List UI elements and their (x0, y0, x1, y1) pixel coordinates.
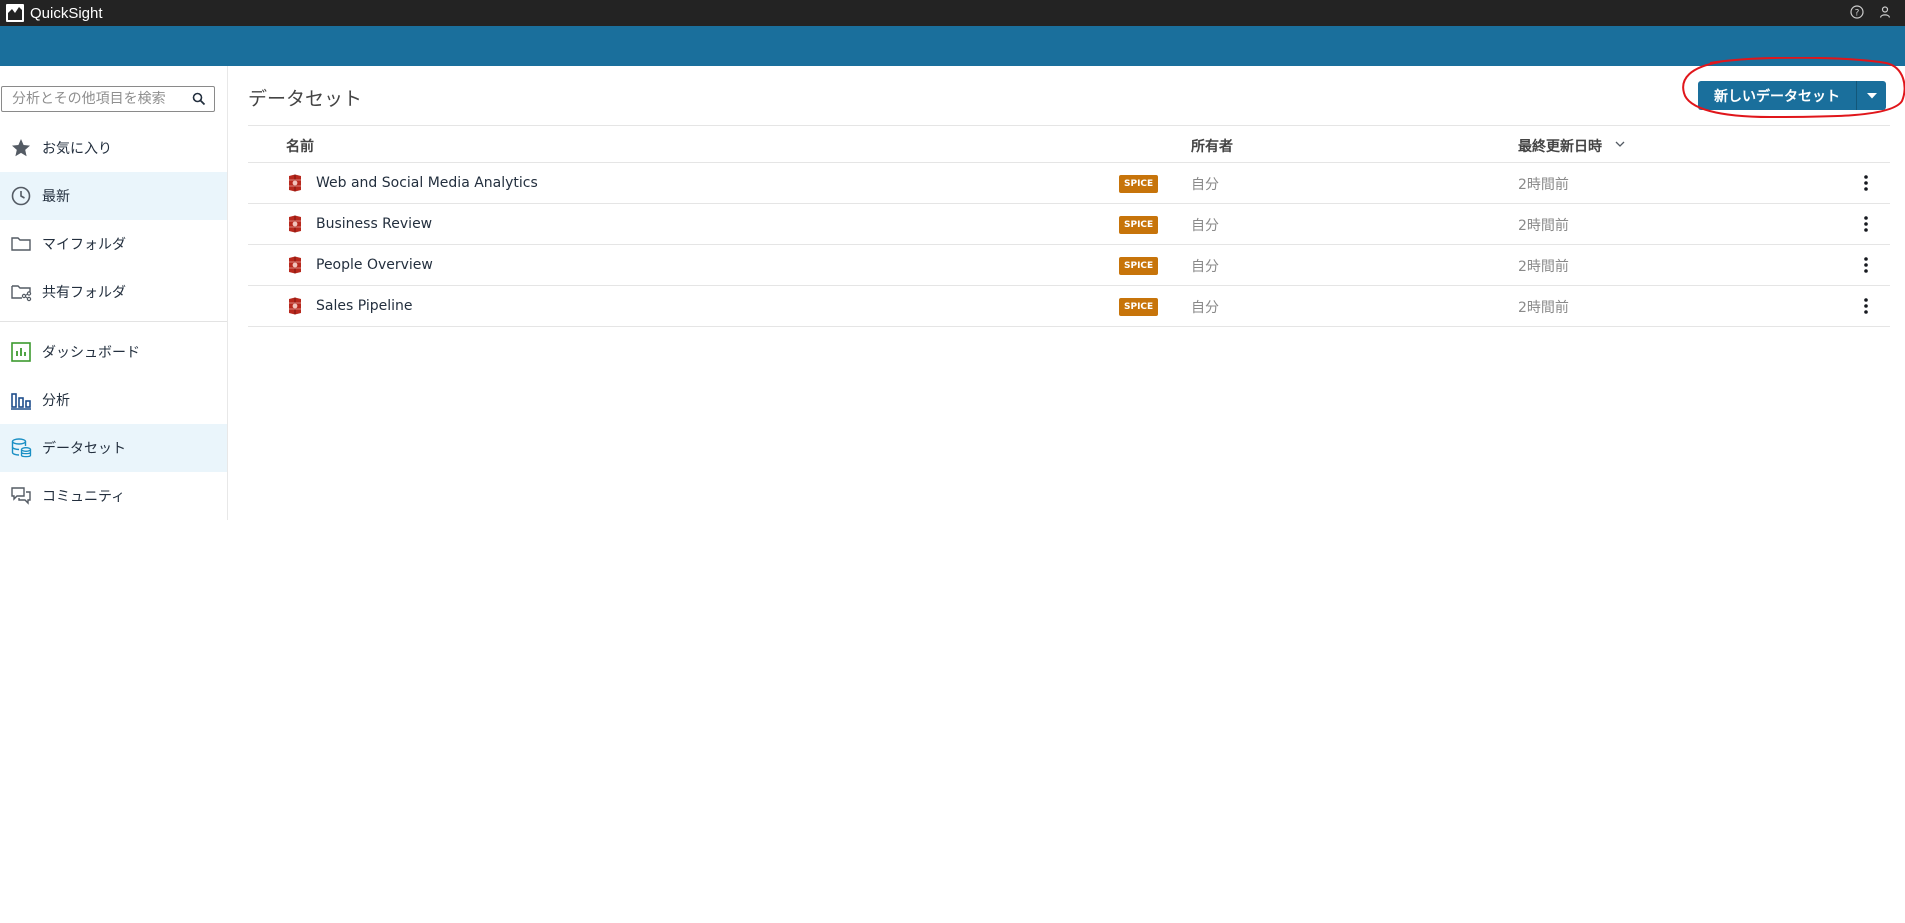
app-logo[interactable]: QuickSight (6, 4, 103, 22)
community-icon (10, 485, 32, 507)
new-dataset-dropdown-button[interactable] (1857, 81, 1886, 110)
dashboard-icon (10, 341, 32, 363)
more-options-button[interactable] (1856, 213, 1876, 235)
caret-down-icon (1866, 92, 1877, 98)
updated-cell: 2時間前 (1518, 300, 1569, 316)
table-header: 名前 所有者 最終更新日時 (248, 125, 1890, 163)
help-icon[interactable]: ? (1849, 4, 1865, 20)
spice-dataset-icon (289, 174, 301, 192)
more-options-button[interactable] (1856, 254, 1876, 276)
sidebar-item-dashboards[interactable]: ダッシュボード (0, 328, 227, 376)
sidebar: お気に入り 最新 マイフォルダ 共有フォルダ ダッシュボード 分析 データセット… (0, 66, 228, 520)
table-row[interactable]: Business Review SPICE 自分 2時間前 (248, 204, 1890, 245)
page-title: データセット (248, 88, 363, 110)
table-row[interactable]: Web and Social Media Analytics SPICE 自分 … (248, 163, 1890, 204)
new-dataset-button-group: 新しいデータセット (1698, 81, 1886, 110)
sidebar-item-label: コミュニティ (42, 489, 126, 505)
sidebar-item-recent[interactable]: 最新 (0, 172, 227, 220)
sidebar-item-datasets[interactable]: データセット (0, 424, 227, 472)
sidebar-item-analyses[interactable]: 分析 (0, 376, 227, 424)
sidebar-item-label: 共有フォルダ (42, 285, 126, 301)
shared-folder-icon (10, 281, 32, 303)
sidebar-item-shared-folders[interactable]: 共有フォルダ (0, 268, 227, 316)
updated-cell: 2時間前 (1518, 259, 1569, 275)
sidebar-item-community[interactable]: コミュニティ (0, 472, 227, 520)
spice-dataset-icon (289, 215, 301, 233)
user-icon[interactable] (1877, 4, 1893, 20)
star-icon (10, 137, 32, 159)
datasets-table: 名前 所有者 最終更新日時 Web and Social Media Analy… (248, 125, 1890, 327)
spice-badge: SPICE (1119, 257, 1159, 275)
spice-badge: SPICE (1119, 175, 1159, 193)
header-band (0, 26, 1905, 66)
sidebar-item-label: 分析 (42, 393, 70, 409)
column-header-updated[interactable]: 最終更新日時 (1518, 136, 1602, 156)
spice-dataset-icon (289, 297, 301, 315)
sidebar-item-label: お気に入り (42, 141, 112, 157)
kebab-menu-icon (1864, 257, 1868, 273)
table-row[interactable]: People Overview SPICE 自分 2時間前 (248, 245, 1890, 286)
owner-cell: 自分 (1191, 259, 1219, 275)
dataset-icon (10, 437, 32, 459)
spice-badge: SPICE (1119, 298, 1159, 316)
sidebar-item-my-folders[interactable]: マイフォルダ (0, 220, 227, 268)
owner-cell: 自分 (1191, 300, 1219, 316)
kebab-menu-icon (1864, 175, 1868, 191)
top-bar: QuickSight ? (0, 0, 1905, 26)
kebab-menu-icon (1864, 298, 1868, 314)
new-dataset-button[interactable]: 新しいデータセット (1698, 81, 1857, 110)
table-row[interactable]: Sales Pipeline SPICE 自分 2時間前 (248, 286, 1890, 327)
clock-icon (10, 185, 32, 207)
search-input[interactable] (2, 87, 188, 111)
sidebar-item-favorites[interactable]: お気に入り (0, 124, 227, 172)
updated-cell: 2時間前 (1518, 218, 1569, 234)
main-content: データセット 新しいデータセット 名前 所有者 最終更新日時 Web and S… (228, 57, 1905, 923)
kebab-menu-icon (1864, 216, 1868, 232)
column-header-owner[interactable]: 所有者 (1191, 136, 1233, 156)
column-header-name[interactable]: 名前 (286, 136, 314, 156)
app-title: QuickSight (30, 4, 103, 22)
dataset-name-link[interactable]: People Overview (316, 257, 433, 273)
svg-text:?: ? (1855, 9, 1860, 19)
sidebar-item-label: マイフォルダ (42, 237, 126, 253)
sort-chevron-down-icon[interactable] (1614, 138, 1626, 150)
sidebar-item-label: ダッシュボード (42, 345, 140, 361)
spice-badge: SPICE (1119, 216, 1159, 234)
dataset-name-link[interactable]: Web and Social Media Analytics (316, 175, 538, 191)
spice-dataset-icon (289, 256, 301, 274)
sidebar-item-label: データセット (42, 441, 126, 457)
updated-cell: 2時間前 (1518, 177, 1569, 193)
quicksight-logo-icon (6, 4, 24, 22)
more-options-button[interactable] (1856, 295, 1876, 317)
sidebar-divider (0, 321, 227, 322)
folder-icon (10, 233, 32, 255)
sidebar-item-label: 最新 (42, 189, 70, 205)
dataset-name-link[interactable]: Business Review (316, 216, 432, 232)
more-options-button[interactable] (1856, 172, 1876, 194)
search-box (1, 86, 215, 112)
search-icon[interactable] (192, 92, 206, 106)
owner-cell: 自分 (1191, 177, 1219, 193)
owner-cell: 自分 (1191, 218, 1219, 234)
dataset-name-link[interactable]: Sales Pipeline (316, 298, 413, 314)
analysis-icon (10, 389, 32, 411)
